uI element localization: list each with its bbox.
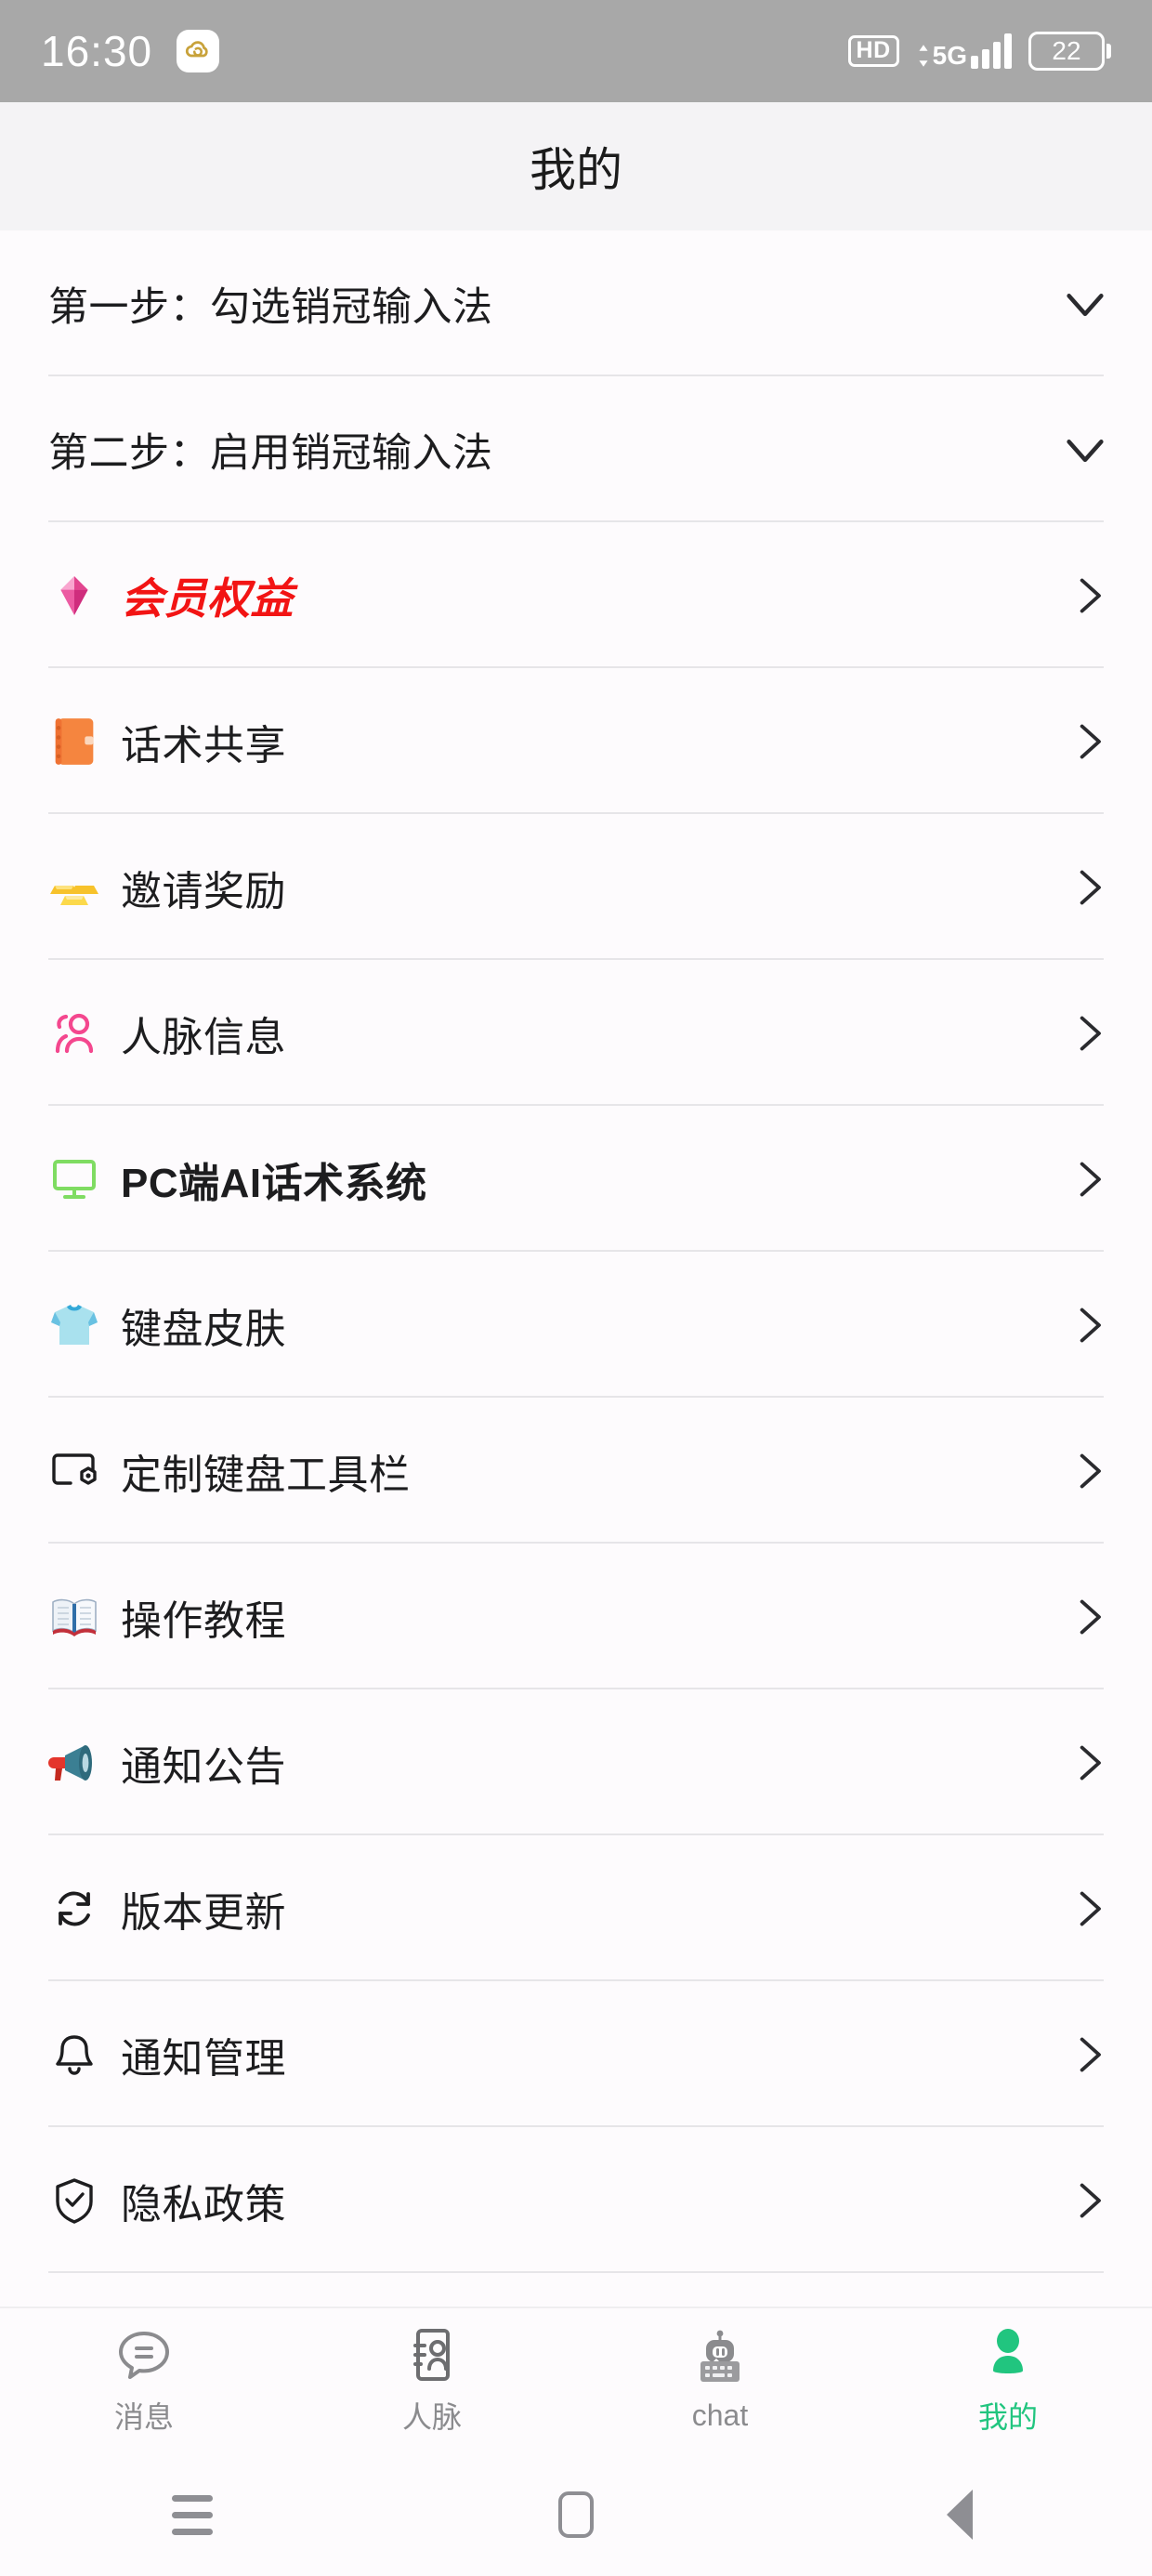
tab-label: 人脉	[401, 2400, 462, 2434]
chevron-right-icon[interactable]	[1068, 1451, 1109, 1492]
battery-level-label: 22	[1052, 36, 1081, 65]
bell-icon	[48, 2029, 100, 2081]
list-item-step-two[interactable]: 第二步：启用销冠输入法	[0, 376, 1152, 522]
list-item-label: 键盘皮肤	[121, 1306, 286, 1352]
open-book-icon	[48, 1591, 100, 1643]
network-indicator: 5G	[916, 33, 1012, 69]
list-item-label: 话术共享	[121, 722, 286, 769]
chevron-right-icon[interactable]	[1068, 1597, 1109, 1637]
list-item-label: 邀请奖励	[121, 868, 286, 914]
hd-icon: HD	[847, 35, 899, 67]
megaphone-icon	[48, 1737, 100, 1789]
list-item-label: 人脉信息	[121, 1014, 286, 1060]
chevron-right-icon[interactable]	[1068, 867, 1109, 908]
home-square-icon	[557, 2491, 594, 2538]
robot-keyboard-icon	[690, 2330, 750, 2389]
status-bar-clock: 16:30	[41, 27, 153, 75]
list-item-notification-mgmt[interactable]: 通知管理	[0, 1981, 1152, 2127]
list-item-label: 版本更新	[121, 1889, 286, 1936]
list-item-announcements[interactable]: 通知公告	[0, 1689, 1152, 1835]
list-separator	[48, 2271, 1104, 2273]
list-item-invite-reward[interactable]: 邀请奖励	[0, 814, 1152, 960]
person-icon	[978, 2325, 1038, 2385]
list-item-pc-ai-script[interactable]: PC端AI话术系统	[0, 1106, 1152, 1252]
home-button[interactable]	[384, 2491, 767, 2538]
gem-icon	[48, 570, 100, 622]
menu-lines-icon	[171, 2494, 213, 2535]
chevron-right-icon[interactable]	[1068, 1013, 1109, 1054]
list-item-label: 第一步：勾选销冠输入法	[48, 284, 493, 330]
list-item-custom-toolbar[interactable]: 定制键盘工具栏	[0, 1398, 1152, 1544]
tab-messages[interactable]: 消息	[0, 2325, 288, 2437]
list-item-privacy-policy[interactable]: 隐私政策	[0, 2127, 1152, 2273]
network-type: 5G	[916, 43, 967, 69]
list-item-label: 通知公告	[121, 1743, 286, 1790]
status-bar: 16:30 HD 5G 22	[0, 0, 1152, 102]
list-item-step-one[interactable]: 第一步：勾选销冠输入法	[0, 230, 1152, 376]
toolbar-icon	[48, 1445, 100, 1497]
list-item-label: 第二步：启用销冠输入法	[48, 430, 493, 476]
people-icon	[48, 1007, 100, 1059]
settings-list: 第一步：勾选销冠输入法 第二步：启用销冠输入法 会员权益 话术共享 邀请奖励 人…	[0, 230, 1152, 2273]
chevron-down-icon[interactable]	[1061, 280, 1109, 328]
chevron-right-icon[interactable]	[1068, 2180, 1109, 2221]
list-item-label: 隐私政策	[121, 2181, 286, 2228]
list-item-contacts-info[interactable]: 人脉信息	[0, 960, 1152, 1106]
tshirt-icon	[48, 1299, 100, 1351]
list-item-member-benefits[interactable]: 会员权益	[0, 522, 1152, 668]
chat-bubble-icon	[114, 2325, 174, 2385]
chevron-right-icon[interactable]	[1068, 1159, 1109, 1200]
back-button[interactable]	[768, 2490, 1152, 2540]
back-triangle-icon	[947, 2490, 974, 2540]
tab-label: chat	[691, 2398, 749, 2432]
chevron-down-icon[interactable]	[1061, 426, 1109, 474]
list-item-script-sharing[interactable]: 话术共享	[0, 668, 1152, 814]
tab-label: 我的	[977, 2400, 1038, 2434]
list-item-label: PC端AI话术系统	[121, 1160, 427, 1206]
tab-chat[interactable]: chat	[576, 2330, 864, 2433]
notebook-icon	[48, 716, 100, 768]
chevron-right-icon[interactable]	[1068, 2034, 1109, 2075]
chevron-right-icon[interactable]	[1068, 1888, 1109, 1929]
chevron-right-icon[interactable]	[1068, 1305, 1109, 1346]
refresh-icon	[48, 1883, 100, 1935]
shield-check-icon	[48, 2175, 100, 2227]
list-item-tutorial[interactable]: 操作教程	[0, 1544, 1152, 1689]
phone-screen: 16:30 HD 5G 22 我的 第一步：勾选销冠输入法 第二步：启用销冠输入…	[0, 0, 1152, 2576]
bottom-tab-bar: 消息 人脉 chat 我的	[0, 2307, 1152, 2453]
recents-button[interactable]	[0, 2494, 384, 2535]
contact-card-icon	[402, 2325, 462, 2385]
cloud-sync-icon	[177, 30, 220, 72]
list-item-label: 通知管理	[121, 2035, 286, 2082]
chevron-right-icon[interactable]	[1068, 575, 1109, 616]
list-item-keyboard-skin[interactable]: 键盘皮肤	[0, 1252, 1152, 1398]
page-header: 我的	[0, 102, 1152, 230]
network-type-label: 5G	[932, 41, 967, 70]
list-item-label: 定制键盘工具栏	[121, 1452, 411, 1498]
chevron-right-icon[interactable]	[1068, 721, 1109, 762]
page-title: 我的	[530, 144, 622, 196]
list-item-label: 会员权益	[121, 573, 294, 623]
tab-contacts[interactable]: 人脉	[288, 2325, 576, 2437]
system-navigation-bar	[0, 2453, 1152, 2576]
data-arrows-icon	[919, 45, 928, 67]
gold-bars-icon	[48, 861, 100, 913]
status-bar-indicators: HD 5G 22	[847, 32, 1111, 71]
tab-label: 消息	[113, 2400, 174, 2434]
monitor-icon	[48, 1153, 100, 1205]
battery-icon: 22	[1028, 32, 1111, 71]
signal-bars-icon	[971, 33, 1012, 69]
list-item-version-update[interactable]: 版本更新	[0, 1835, 1152, 1981]
list-item-label: 操作教程	[121, 1597, 286, 1644]
chevron-right-icon[interactable]	[1068, 1742, 1109, 1783]
tab-mine[interactable]: 我的	[864, 2325, 1152, 2437]
